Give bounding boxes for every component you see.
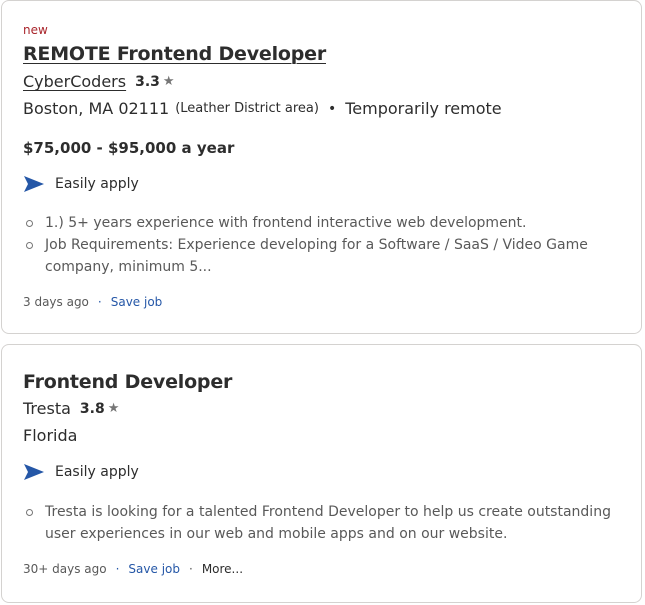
posted-date: 30+ days ago	[23, 562, 107, 576]
location-row: Boston, MA 02111 (Leather District area)…	[23, 98, 502, 120]
dot-separator: ·	[115, 562, 120, 576]
posted-date: 3 days ago	[23, 295, 89, 309]
job-footer: 30+ days ago · Save job · More...	[23, 560, 243, 578]
snippet-item: Job Requirements: Experience developing …	[26, 234, 620, 278]
rating-value: 3.3	[135, 74, 160, 90]
job-title-link[interactable]: REMOTE Frontend Developer	[23, 41, 326, 67]
remote-status: Temporarily remote	[345, 99, 502, 118]
star-icon: ★	[107, 401, 120, 416]
job-location: Boston, MA 02111	[23, 99, 170, 118]
dot-separator: ·	[97, 295, 102, 309]
new-badge: new	[23, 23, 48, 37]
company-rating: 3.3 ★	[135, 71, 174, 93]
star-icon: ★	[162, 74, 175, 89]
save-job-link[interactable]: Save job	[128, 560, 180, 578]
job-snippet: 1.) 5+ years experience with frontend in…	[23, 212, 620, 278]
send-arrow-icon	[24, 176, 44, 192]
job-card[interactable]: new REMOTE Frontend Developer CyberCoder…	[1, 0, 642, 334]
location-row: Florida	[23, 425, 77, 447]
company-row: CyberCoders 3.3 ★	[23, 71, 175, 93]
location-area: (Leather District area)	[175, 101, 319, 116]
easy-apply-label: Easily apply	[55, 464, 139, 480]
job-card[interactable]: Frontend Developer Tresta 3.8 ★ Florida …	[1, 344, 642, 603]
snippet-item: Tresta is looking for a talented Fronten…	[26, 501, 620, 545]
job-snippet: Tresta is looking for a talented Fronten…	[23, 501, 620, 545]
company-name: Tresta	[23, 399, 71, 418]
dot-separator: ·	[188, 562, 193, 576]
more-link[interactable]: More...	[202, 560, 243, 578]
easy-apply-indicator: Easily apply	[23, 462, 139, 482]
job-footer: 3 days ago · Save job	[23, 293, 162, 311]
salary: $75,000 - $95,000 a year	[23, 139, 235, 157]
rating-value: 3.8	[79, 401, 105, 417]
send-arrow-icon	[24, 464, 44, 480]
job-location: Florida	[23, 426, 78, 445]
easy-apply-label: Easily apply	[55, 176, 139, 192]
company-rating: 3.8 ★	[80, 398, 119, 420]
job-title-link[interactable]: Frontend Developer	[23, 369, 232, 395]
save-job-link[interactable]: Save job	[111, 293, 163, 311]
snippet-item: 1.) 5+ years experience with frontend in…	[26, 212, 620, 234]
easy-apply-indicator: Easily apply	[23, 174, 139, 194]
company-row: Tresta 3.8 ★	[23, 398, 119, 420]
separator-bullet: •	[327, 101, 337, 117]
company-name-link[interactable]: CyberCoders	[23, 71, 126, 93]
